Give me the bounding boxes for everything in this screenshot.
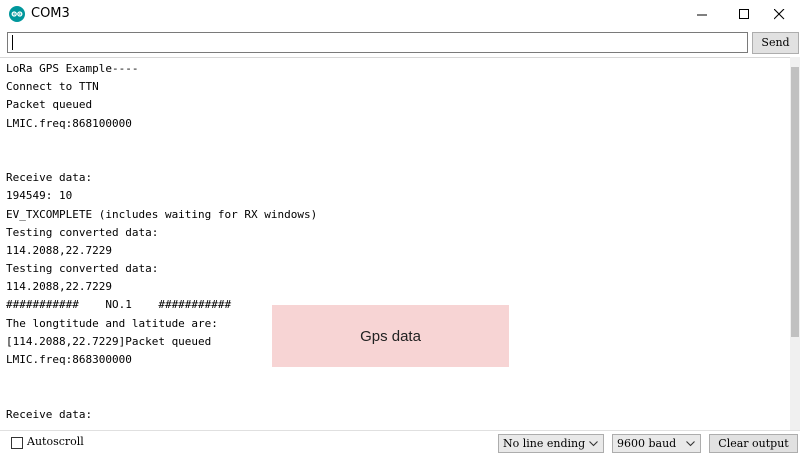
line-ending-value: No line ending: [503, 437, 586, 450]
output-line: Testing converted data:: [6, 262, 159, 276]
window-title: COM3: [31, 6, 70, 21]
close-button[interactable]: [756, 0, 800, 29]
output-line: Receive data:: [6, 407, 93, 421]
maximize-icon: [739, 9, 749, 19]
text-caret: [12, 35, 13, 50]
chevron-down-icon: [589, 441, 598, 447]
gps-data-annotation: Gps data: [272, 305, 509, 367]
output-line: LoRa GPS Example----: [6, 62, 139, 75]
output-line: Receive data:: [6, 171, 93, 185]
close-icon: [774, 9, 785, 20]
serial-input[interactable]: [7, 32, 748, 53]
output-line: EV_TXCOMPLETE (includes waiting for RX w…: [6, 207, 318, 221]
output-line: Connect to TTN: [6, 80, 99, 94]
output-line: 114.2088,22.7229: [6, 243, 112, 257]
chevron-down-icon: [686, 441, 695, 447]
line-ending-select[interactable]: No line ending: [498, 434, 604, 453]
output-line: The longtitude and latitude are:: [6, 316, 218, 330]
output-lines: LoRa GPS Example---- Connect to TTN Packet…: [6, 60, 317, 424]
scrollbar-thumb[interactable]: [791, 67, 799, 337]
output-line: LMIC.freq:868100000: [6, 116, 132, 130]
output-line: LMIC.freq:868300000: [6, 353, 132, 366]
output-line: 194549: 10: [6, 189, 73, 203]
vertical-scrollbar[interactable]: [790, 57, 800, 430]
arduino-logo-icon: [9, 6, 25, 22]
output-line: Packet queued: [6, 98, 93, 112]
serial-output[interactable]: LoRa GPS Example---- Connect to TTN Packet…: [0, 57, 790, 430]
title-bar: COM3: [0, 0, 800, 29]
send-toolbar: Send: [0, 29, 800, 57]
baud-rate-select[interactable]: 9600 baud: [612, 434, 701, 453]
send-button[interactable]: Send: [752, 32, 799, 54]
autoscroll-label: Autoscroll: [27, 435, 84, 448]
output-line: [114.2088,22.7229]Packet queued: [6, 334, 212, 348]
autoscroll-checkbox[interactable]: [11, 437, 23, 449]
minimize-button[interactable]: [679, 0, 725, 29]
output-line: Testing converted data:: [6, 225, 159, 239]
baud-rate-value: 9600 baud: [617, 437, 677, 450]
minimize-icon: [697, 14, 707, 16]
clear-output-button[interactable]: Clear output: [709, 434, 798, 453]
status-bar: Autoscroll No line ending 9600 baud Clea…: [0, 430, 800, 453]
output-line: ########### NO.1 ###########: [6, 298, 232, 312]
output-line: 114.2088,22.7229: [6, 280, 112, 294]
